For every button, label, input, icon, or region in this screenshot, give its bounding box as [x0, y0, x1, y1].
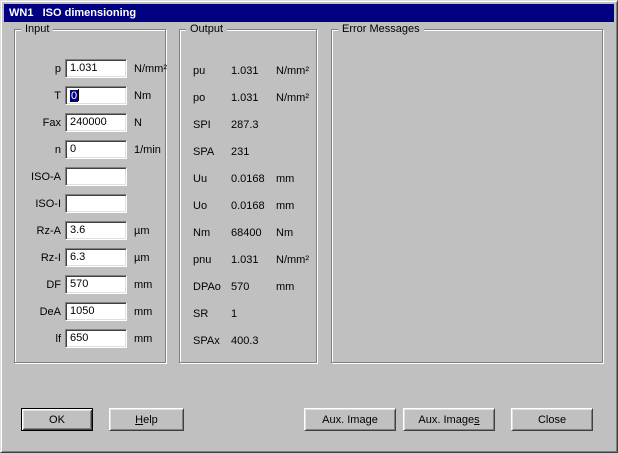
n-input[interactable]: 0: [65, 140, 127, 159]
output-row-nm: Nm 68400 Nm: [193, 223, 314, 242]
input-row-p: p 1.031 N/mm²: [17, 59, 163, 78]
t-input[interactable]: 0: [65, 86, 127, 105]
rz-a-label: Rz-A: [17, 225, 61, 237]
t-label: T: [17, 90, 61, 102]
df-input[interactable]: 570: [65, 275, 127, 294]
input-row-n: n 0 1/min: [17, 140, 163, 159]
iso-i-input[interactable]: [65, 194, 127, 213]
lf-label: lf: [17, 333, 61, 345]
iso-a-input[interactable]: [65, 167, 127, 186]
window-title: WN1 ISO dimensioning: [9, 7, 136, 19]
output-group: Output pu 1.031 N/mm² po 1.031 N/mm² SPI…: [179, 29, 317, 363]
aux-image-button[interactable]: Aux. Image: [304, 408, 396, 431]
input-row-iso-a: ISO-A: [17, 167, 163, 186]
close-button[interactable]: Close: [511, 408, 593, 431]
rz-i-unit: µm: [134, 252, 150, 264]
output-row-uo: Uo 0.0168 mm: [193, 196, 314, 215]
p-input[interactable]: 1.031: [65, 59, 127, 78]
fax-input[interactable]: 240000: [65, 113, 127, 132]
output-row-uu: Uu 0.0168 mm: [193, 169, 314, 188]
p-unit: N/mm²: [134, 63, 167, 75]
dea-input[interactable]: 1050: [65, 302, 127, 321]
text-caret: [78, 89, 79, 101]
error-messages-group-label: Error Messages: [338, 23, 424, 36]
fax-unit: N: [134, 117, 142, 129]
titlebar[interactable]: WN1 ISO dimensioning: [4, 4, 614, 22]
output-row-spa: SPA 231: [193, 142, 314, 161]
fax-label: Fax: [17, 117, 61, 129]
df-label: DF: [17, 279, 61, 291]
rz-a-input[interactable]: 3.6: [65, 221, 127, 240]
input-group-label: Input: [21, 23, 53, 36]
output-group-label: Output: [186, 23, 227, 36]
input-row-dea: DeA 1050 mm: [17, 302, 163, 321]
lf-input[interactable]: 650: [65, 329, 127, 348]
rz-i-label: Rz-I: [17, 252, 61, 264]
iso-i-label: ISO-I: [17, 198, 61, 210]
help-button[interactable]: Help: [109, 408, 184, 431]
aux-images-button[interactable]: Aux. Images: [403, 408, 495, 431]
t-unit: Nm: [134, 90, 151, 102]
output-row-spax: SPAx 400.3: [193, 331, 314, 350]
lf-unit: mm: [134, 333, 152, 345]
n-unit: 1/min: [134, 144, 161, 156]
rz-i-input[interactable]: 6.3: [65, 248, 127, 267]
input-row-iso-i: ISO-I: [17, 194, 163, 213]
output-row-spi: SPI 287.3: [193, 115, 314, 134]
input-row-rz-a: Rz-A 3.6 µm: [17, 221, 163, 240]
dialog-window: WN1 ISO dimensioning Input p 1.031 N/mm²…: [0, 0, 618, 453]
ok-button[interactable]: OK: [21, 408, 93, 431]
error-messages-group: Error Messages: [331, 29, 603, 363]
output-row-po: po 1.031 N/mm²: [193, 88, 314, 107]
p-label: p: [17, 63, 61, 75]
rz-a-unit: µm: [134, 225, 150, 237]
output-row-sr: SR 1: [193, 304, 314, 323]
output-row-dpao: DPAo 570 mm: [193, 277, 314, 296]
dea-label: DeA: [17, 306, 61, 318]
df-unit: mm: [134, 279, 152, 291]
input-row-rz-i: Rz-I 6.3 µm: [17, 248, 163, 267]
input-row-lf: lf 650 mm: [17, 329, 163, 348]
output-row-pu: pu 1.031 N/mm²: [193, 61, 314, 80]
n-label: n: [17, 144, 61, 156]
input-group: Input p 1.031 N/mm² T 0 Nm Fax 240000 N …: [14, 29, 166, 363]
input-row-t: T 0 Nm: [17, 86, 163, 105]
dea-unit: mm: [134, 306, 152, 318]
input-row-df: DF 570 mm: [17, 275, 163, 294]
input-row-fax: Fax 240000 N: [17, 113, 163, 132]
iso-a-label: ISO-A: [17, 171, 61, 183]
output-row-pnu: pnu 1.031 N/mm²: [193, 250, 314, 269]
